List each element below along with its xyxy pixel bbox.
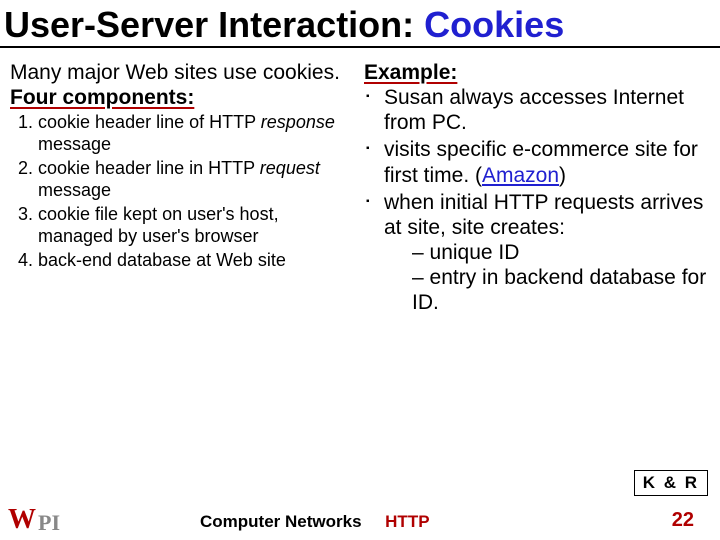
example-heading: Example: — [364, 60, 710, 85]
logo-w-letter: W — [8, 506, 36, 534]
list-item: cookie header line in HTTP request messa… — [38, 158, 352, 202]
slide-body: Many major Web sites use cookies. Four c… — [0, 48, 720, 318]
li-text-post: message — [38, 180, 111, 200]
left-column: Many major Web sites use cookies. Four c… — [10, 60, 360, 318]
page-number: 22 — [672, 509, 694, 532]
title-space — [414, 4, 424, 45]
li-text: back-end database at Web site — [38, 250, 286, 270]
bullet-text-post: ) — [559, 164, 566, 187]
li-italic: response — [261, 112, 335, 132]
li-italic: request — [260, 158, 320, 178]
kr-reference-box: K & R — [634, 470, 708, 496]
title-part-3: Cookies — [424, 4, 564, 45]
list-item: unique ID — [412, 240, 710, 265]
footer-center: Computer Networks HTTP — [200, 512, 430, 532]
sub-dashes: unique ID entry in backend database for … — [412, 240, 710, 316]
slide: User-Server Interaction: Cookies Many ma… — [0, 0, 720, 540]
right-column: Example: Susan always accesses Internet … — [360, 60, 710, 318]
list-item: back-end database at Web site — [38, 250, 352, 272]
footer-topic: HTTP — [385, 512, 429, 531]
list-item: cookie header line of HTTP response mess… — [38, 112, 352, 156]
title-part-1: User-Server Interaction: — [4, 4, 414, 45]
left-lead: Many major Web sites use cookies. — [10, 60, 352, 85]
dash-text: entry in backend database for ID. — [412, 266, 706, 314]
footer-course: Computer Networks — [200, 512, 362, 531]
slide-title: User-Server Interaction: Cookies — [0, 0, 720, 48]
components-list: cookie header line of HTTP response mess… — [38, 112, 352, 272]
li-text-post: message — [38, 134, 111, 154]
dash-text: unique ID — [430, 241, 520, 264]
list-item: entry in backend database for ID. — [412, 265, 710, 315]
logo-pi-letters: PI — [38, 512, 60, 534]
four-components-heading: Four components: — [10, 85, 352, 110]
list-item: Susan always accesses Internet from PC. — [364, 85, 710, 135]
list-item: cookie file kept on user's host, managed… — [38, 204, 352, 248]
wpi-logo: WPI — [8, 506, 60, 534]
bullet-text: Susan always accesses Internet from PC. — [384, 86, 684, 134]
li-text: cookie file kept on user's host, managed… — [38, 204, 279, 246]
li-text: cookie header line in HTTP — [38, 158, 260, 178]
list-item: visits specific e-commerce site for firs… — [364, 137, 710, 187]
footer: WPI Computer Networks HTTP 22 — [0, 504, 720, 536]
bullet-text: when initial HTTP requests arrives at si… — [384, 191, 703, 239]
li-text: cookie header line of HTTP — [38, 112, 261, 132]
example-bullets: Susan always accesses Internet from PC. … — [364, 85, 710, 316]
amazon-link[interactable]: Amazon — [482, 164, 559, 187]
list-item: when initial HTTP requests arrives at si… — [364, 190, 710, 316]
